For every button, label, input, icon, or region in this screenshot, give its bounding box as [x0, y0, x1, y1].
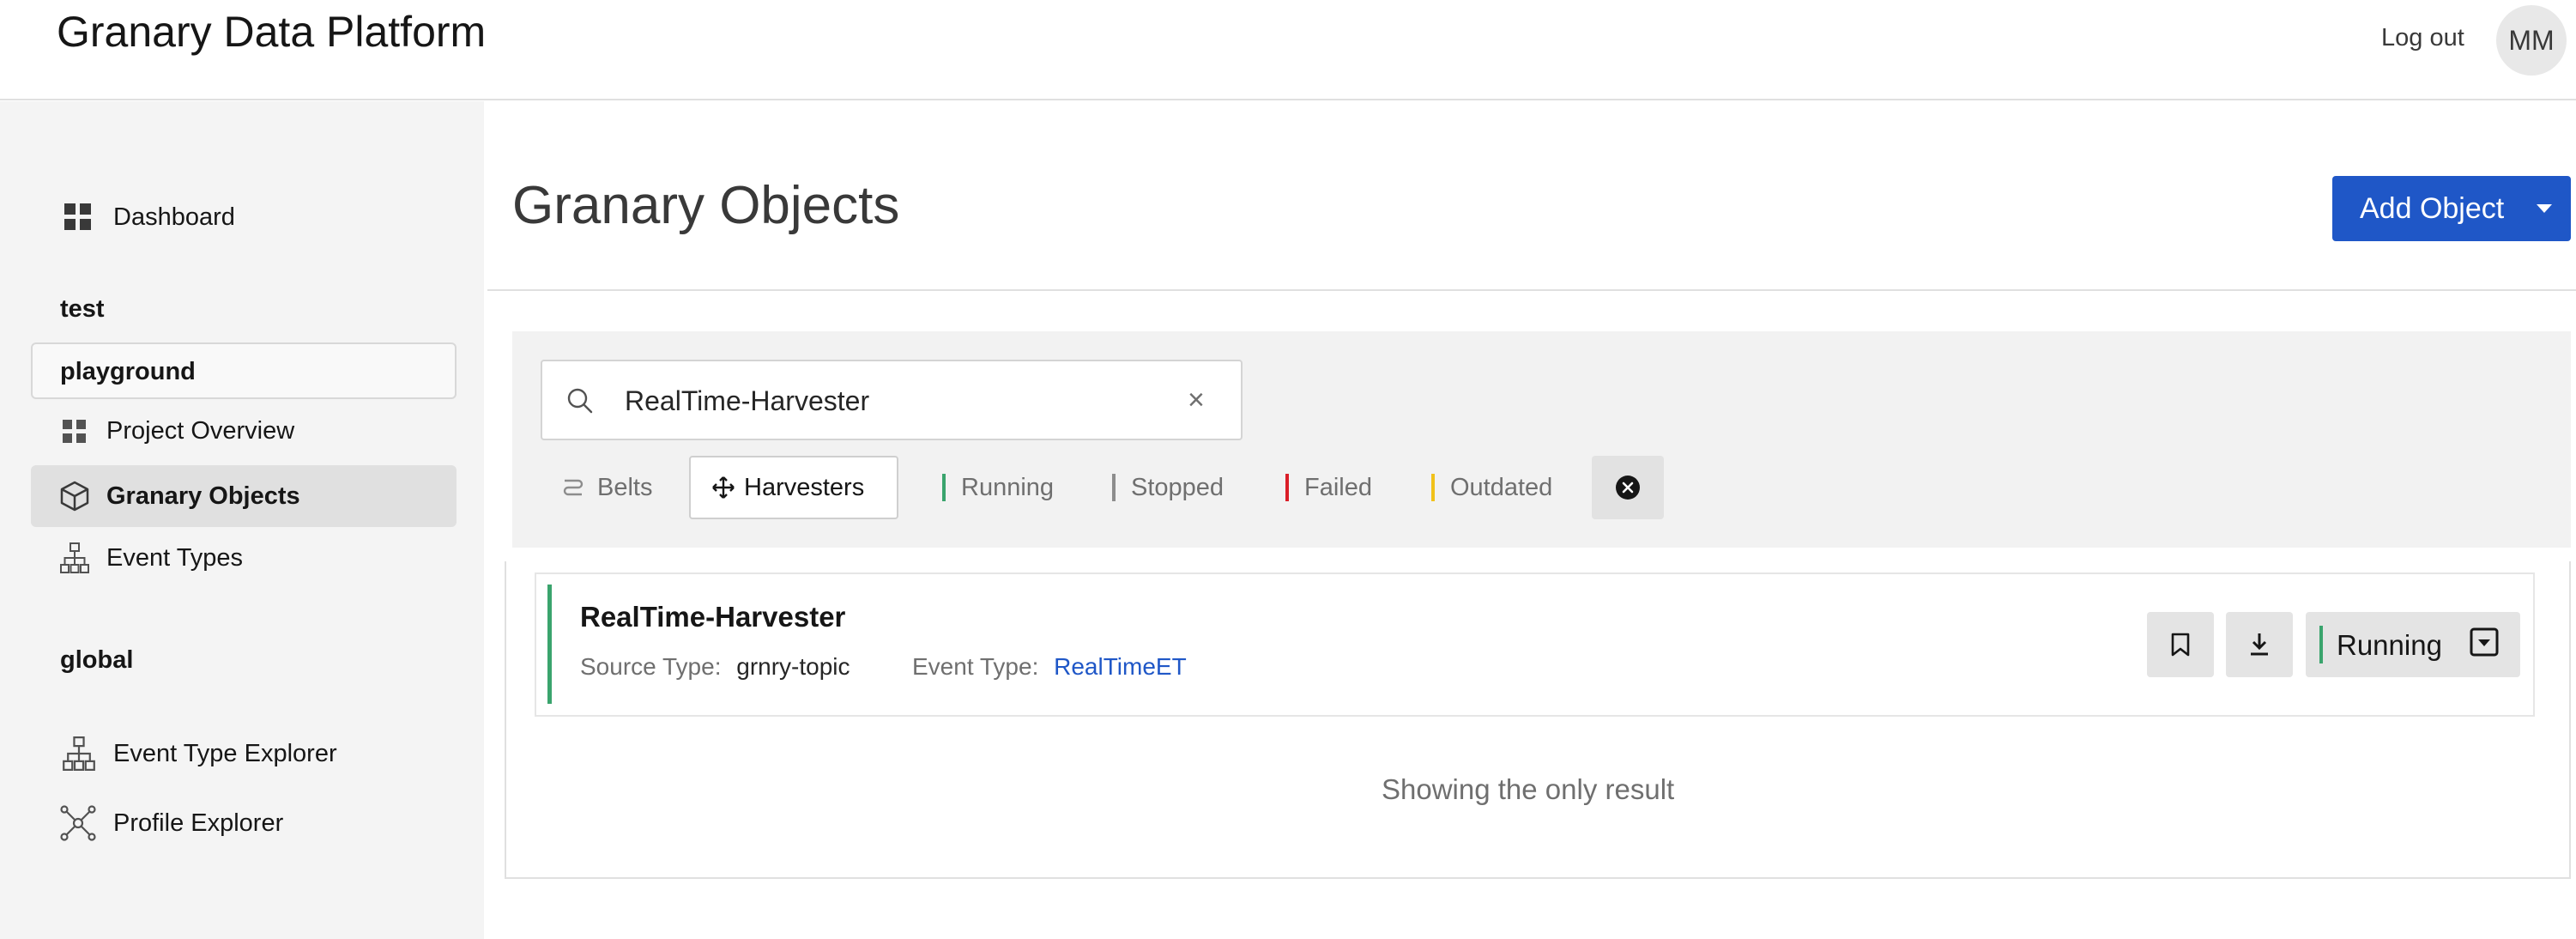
download-button[interactable]: [2226, 612, 2293, 677]
bookmark-icon: [2171, 633, 2190, 657]
status-indicator: [942, 474, 946, 501]
close-icon[interactable]: ×: [1188, 384, 1205, 417]
status-indicator: [2319, 626, 2323, 663]
source-type-value: grnry-topic: [736, 653, 850, 680]
add-object-button[interactable]: Add Object: [2332, 176, 2571, 241]
filter-outdated-label: Outdated: [1450, 473, 1553, 501]
status-label: Running: [2337, 629, 2442, 661]
sidebar-item-label: Dashboard: [113, 203, 235, 231]
sidebar-item-event-types[interactable]: Event Types: [60, 542, 243, 573]
search-icon: [566, 387, 594, 419]
search-input[interactable]: RealTime-Harvester ×: [541, 360, 1243, 440]
grid-icon: [62, 419, 88, 445]
event-type-key: Event Type:: [912, 653, 1039, 680]
sidebar-item-granary-objects[interactable]: Granary Objects: [60, 481, 300, 512]
event-type-link[interactable]: RealTimeET: [1054, 653, 1187, 680]
hierarchy-icon: [62, 736, 96, 771]
logout-link[interactable]: Log out: [2381, 24, 2464, 52]
sidebar-item-event-type-explorer[interactable]: Event Type Explorer: [62, 736, 337, 771]
belt-icon: [561, 476, 585, 500]
status-indicator: [1285, 474, 1289, 501]
status-indicator: [1112, 474, 1116, 501]
sidebar-item-project-overview[interactable]: Project Overview: [62, 417, 294, 445]
close-circle-icon: [1615, 475, 1641, 500]
hierarchy-icon: [60, 542, 89, 573]
search-value: RealTime-Harvester: [625, 385, 870, 416]
filter-harvesters-label: Harvesters: [744, 473, 865, 501]
result-count: Showing the only result: [1382, 773, 1675, 805]
event-type: Event Type: RealTimeET: [912, 653, 1187, 681]
filter-harvesters[interactable]: Harvesters: [689, 456, 898, 519]
page-title: Granary Objects: [512, 176, 900, 235]
divider: [487, 289, 2576, 291]
result-title[interactable]: RealTime-Harvester: [580, 601, 845, 633]
sidebar-item-label: Granary Objects: [106, 482, 300, 510]
grid-icon: [63, 203, 93, 232]
sidebar-item-dashboard[interactable]: Dashboard: [63, 203, 235, 232]
filter-outdated[interactable]: Outdated: [1431, 456, 1569, 519]
source-type: Source Type: grnry-topic: [580, 653, 850, 681]
section-heading-global: global: [60, 646, 134, 674]
section-heading-test: test: [60, 295, 105, 323]
cube-icon: [60, 481, 89, 512]
top-header: Granary Data Platform Log out MM: [0, 0, 2576, 100]
filter-running[interactable]: Running: [942, 456, 1062, 519]
bookmark-button[interactable]: [2147, 612, 2214, 677]
filter-belts-label: Belts: [597, 473, 653, 501]
filter-stopped-label: Stopped: [1131, 473, 1225, 501]
status-button[interactable]: Running: [2306, 612, 2520, 677]
filter-failed-label: Failed: [1304, 473, 1372, 501]
sidebar-item-label: Profile Explorer: [113, 809, 284, 837]
avatar[interactable]: MM: [2496, 5, 2567, 76]
sidebar-item-label: Project Overview: [106, 417, 295, 445]
sidebar-item-label: Event Types: [106, 543, 244, 572]
network-icon: [60, 805, 96, 841]
app-title[interactable]: Granary Data Platform: [57, 7, 486, 57]
filter-failed[interactable]: Failed: [1285, 456, 1388, 519]
download-icon: [2248, 632, 2271, 657]
filter-stopped[interactable]: Stopped: [1112, 456, 1241, 519]
clear-filters-button[interactable]: [1592, 456, 1664, 519]
sidebar-item-profile-explorer[interactable]: Profile Explorer: [60, 805, 283, 841]
filter-belts[interactable]: Belts: [549, 456, 669, 519]
status-indicator: [547, 585, 552, 704]
add-object-label: Add Object: [2360, 192, 2505, 225]
dropdown-icon[interactable]: [2470, 627, 2504, 662]
project-name: playground: [60, 358, 196, 385]
caret-down-icon[interactable]: [2537, 204, 2552, 213]
source-type-key: Source Type:: [580, 653, 722, 680]
status-indicator: [1431, 474, 1435, 501]
filter-running-label: Running: [961, 473, 1055, 501]
sidebar-item-label: Event Type Explorer: [113, 739, 337, 767]
move-icon: [711, 476, 735, 500]
project-selector[interactable]: playground: [31, 342, 457, 399]
